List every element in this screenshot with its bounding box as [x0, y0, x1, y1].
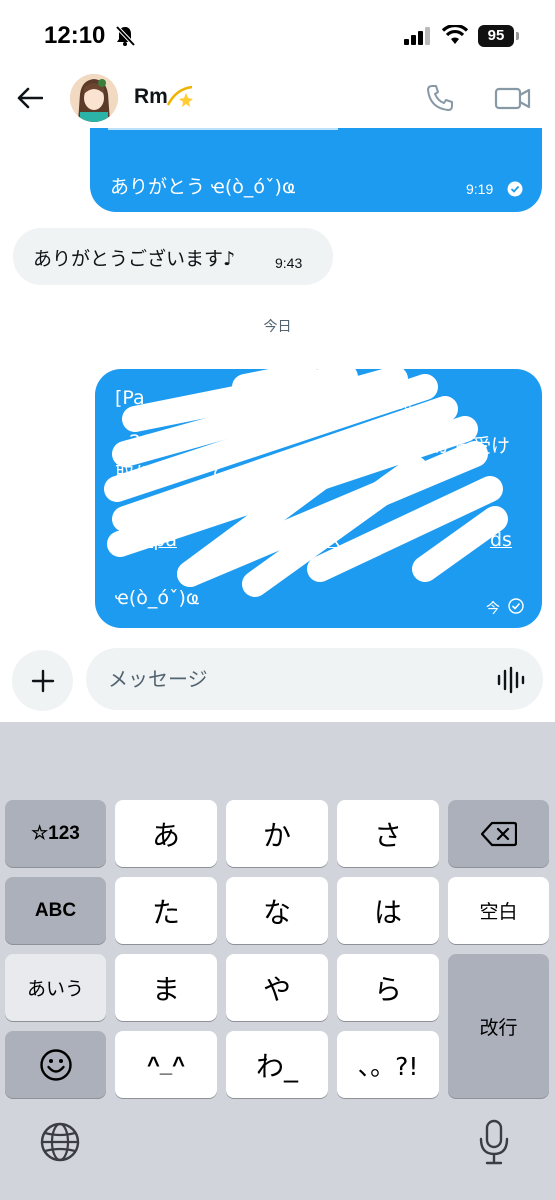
key-numbers[interactable]: ☆123 — [5, 800, 106, 867]
outgoing-message-bubble[interactable]: ありがとう ҽ(ò_óˇ)ҩ 9:19 — [90, 128, 542, 212]
incoming-message-bubble[interactable]: ありがとうございます♪ 9:43 — [13, 228, 333, 285]
dictation-button[interactable] — [476, 1118, 512, 1166]
globe-button[interactable] — [38, 1120, 82, 1164]
bell-muted-icon — [114, 25, 136, 51]
message-composer — [0, 640, 555, 722]
sent-check-icon — [508, 598, 524, 618]
key-ka[interactable]: か — [226, 800, 328, 867]
phone-icon — [427, 85, 453, 111]
key-ta[interactable]: た — [115, 877, 217, 944]
day-divider: 今日 — [263, 319, 292, 335]
video-camera-icon — [494, 87, 531, 110]
microphone-icon — [479, 1119, 509, 1165]
cellular-signal-icon — [404, 27, 432, 49]
message-time: 今 — [486, 600, 500, 616]
status-bar: 12:10 95 — [0, 0, 555, 70]
key-kaomoji[interactable]: ^_^ — [115, 1031, 217, 1098]
key-wa[interactable]: わ_ — [226, 1031, 328, 1098]
video-call-button[interactable] — [494, 82, 532, 114]
emoji-key[interactable] — [5, 1031, 106, 1098]
key-abc[interactable]: ABC — [5, 877, 106, 944]
return-key[interactable]: 改行 — [448, 954, 549, 1098]
voice-call-button[interactable] — [424, 82, 460, 114]
message-text: ありがとうございます♪ — [33, 248, 236, 270]
globe-icon — [40, 1122, 80, 1162]
key-sa[interactable]: さ — [337, 800, 439, 867]
back-button[interactable] — [12, 80, 48, 116]
battery-indicator: 95 — [478, 25, 514, 47]
outgoing-message-bubble[interactable]: [Pa た。 26/0 から受け 取り て pay.pa N3X ds ҽ(ò_… — [95, 369, 542, 628]
key-punctuation[interactable]: 、。?! — [337, 1031, 439, 1098]
message-time: 9:19 — [466, 181, 494, 197]
chat-header: Rm — [0, 70, 555, 126]
redaction-scribble — [104, 369, 508, 597]
voice-message-button[interactable] — [496, 666, 526, 694]
key-kana-mode[interactable]: あいう — [5, 954, 106, 1021]
battery-tip — [516, 32, 519, 40]
add-attachment-button[interactable] — [12, 650, 73, 711]
message-time: 9:43 — [275, 255, 303, 271]
message-text: ありがとう ҽ(ò_óˇ)ҩ — [110, 176, 296, 198]
backspace-icon — [480, 821, 517, 846]
back-arrow-icon — [17, 87, 43, 109]
read-check-icon — [507, 181, 523, 201]
space-key[interactable]: 空白 — [448, 877, 549, 944]
key-ha[interactable]: は — [337, 877, 439, 944]
dizzy-star-emoji-icon — [166, 83, 196, 113]
key-ma[interactable]: ま — [115, 954, 217, 1021]
contact-name[interactable]: Rm — [134, 85, 168, 109]
status-time: 12:10 — [44, 22, 106, 49]
delete-key[interactable] — [448, 800, 549, 867]
plus-icon — [31, 669, 54, 692]
waveform-icon — [497, 666, 525, 694]
key-na[interactable]: な — [226, 877, 328, 944]
key-a[interactable]: あ — [115, 800, 217, 867]
key-ra[interactable]: ら — [337, 954, 439, 1021]
smiley-icon — [39, 1048, 72, 1081]
key-ya[interactable]: や — [226, 954, 328, 1021]
avatar[interactable] — [70, 74, 118, 122]
message-input[interactable] — [86, 648, 543, 710]
wifi-icon — [441, 23, 469, 49]
quoted-divider — [108, 128, 338, 130]
